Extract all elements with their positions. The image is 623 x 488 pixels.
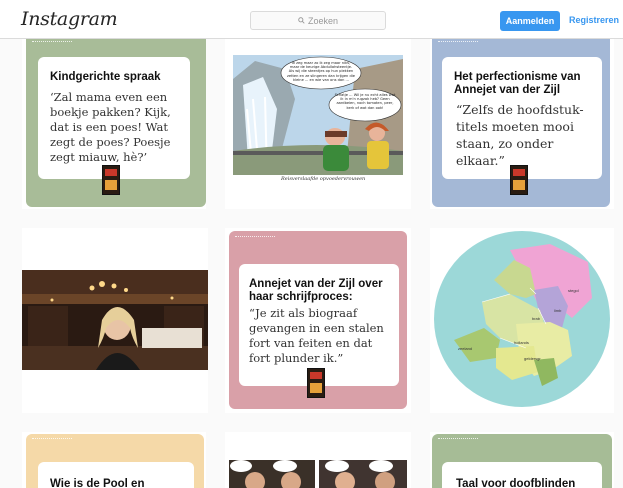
post-tile-photo-woman[interactable] [22, 228, 208, 413]
post-title: Kindgerichte spraak [50, 71, 161, 83]
post-quote: “Zelfs de hoofdstuk-titels moeten mooi s… [456, 102, 584, 168]
instagram-logo[interactable]: Instagram [21, 8, 118, 30]
login-button[interactable]: Aanmelden [500, 11, 560, 31]
post-quote: “Je zit als biograaf gevangen in een sta… [249, 306, 384, 365]
dialect-map [434, 231, 610, 407]
book-cover-image [102, 165, 120, 195]
comic-caption: Reisverslaafde opvoedervrouwen [281, 176, 366, 182]
post-title: Taal voor doofblinden [456, 478, 576, 488]
search-placeholder: Zoeken [307, 15, 339, 26]
post-title: Annejet van der Zijl over haar schrijfpr… [249, 278, 383, 303]
map-label: brab [532, 316, 541, 321]
map-label: zeeland [458, 346, 473, 351]
speech-bubble-left: Ik zeg maar zo ik zeg maar niks, maar de… [287, 61, 355, 82]
post-tile-wie-is-de-pool[interactable]: Wie is de Pool en [22, 432, 206, 488]
post-title: Wie is de Pool en [50, 478, 145, 488]
speech-bubble-right: Schatje ... Wil je nu echt alles wat ik … [334, 93, 396, 110]
post-tile-comic[interactable]: Ik zeg maar zo ik zeg maar niks, maar de… [225, 39, 411, 209]
post-tile-kindgerichte-spraak[interactable]: Kindgerichte spraak ‘Zal mama even een b… [22, 39, 206, 209]
post-tile-perfectionisme[interactable]: Het perfectionisme van Annejet van der Z… [430, 39, 614, 209]
post-tile-dialect-map[interactable]: stegol brab limb zeeland hollands gelder… [430, 228, 614, 413]
decorative-dots [32, 438, 72, 440]
decorative-dots [438, 438, 478, 440]
post-tile-schrijfproces[interactable]: Annejet van der Zijl over haar schrijfpr… [225, 228, 411, 413]
post-tile-taal-voor-doofblinden[interactable]: Taal voor doofblinden [430, 432, 614, 488]
book-cover-image [307, 368, 325, 398]
politicians-collage [229, 460, 407, 488]
decorative-dots [235, 236, 275, 238]
map-label: stegol [568, 288, 579, 293]
map-label: geldersgr [524, 356, 541, 361]
register-link[interactable]: Registreren [569, 15, 619, 25]
map-label: limb [554, 308, 562, 313]
search-input[interactable]: Zoeken [250, 11, 386, 30]
post-title: Het perfectionisme van Annejet van der Z… [454, 71, 581, 96]
interior-photo [22, 270, 208, 370]
map-label: hollands [514, 340, 529, 345]
post-tile-photo-collage[interactable] [225, 432, 411, 488]
decorative-dots [32, 41, 72, 43]
post-quote: ‘Zal mama even een boekje pakken? Kijk, … [50, 90, 171, 164]
search-icon [298, 17, 305, 24]
book-cover-image [510, 165, 528, 195]
top-navigation-bar: Instagram Zoeken Aanmelden Registreren [0, 0, 623, 39]
decorative-dots [438, 41, 478, 43]
